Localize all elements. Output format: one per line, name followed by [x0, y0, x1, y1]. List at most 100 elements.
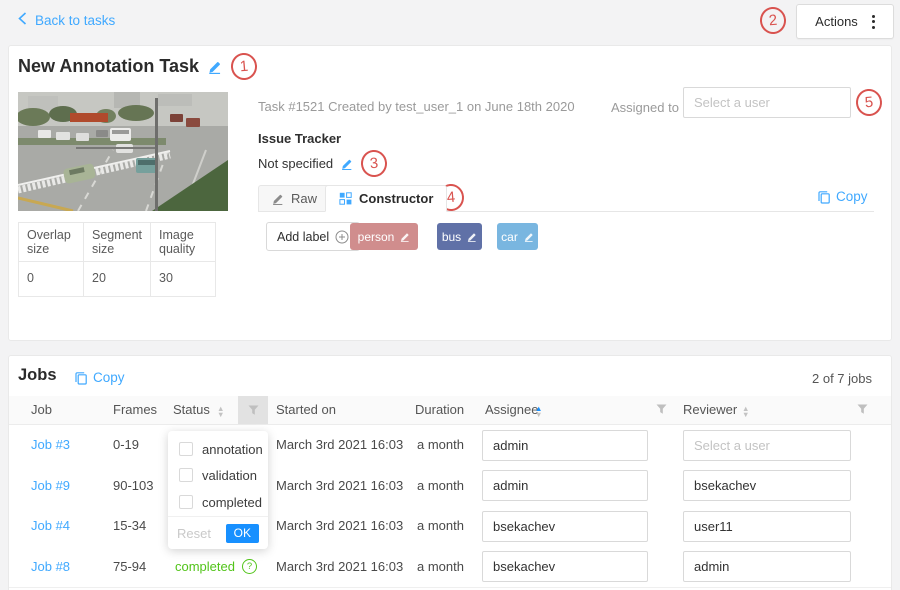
task-assignee-select[interactable]	[683, 87, 851, 118]
job-link[interactable]: Job #4	[31, 506, 70, 547]
copy-label: Copy	[836, 189, 868, 204]
param-header: Segment size	[84, 223, 151, 262]
reviewer-sorter-icon: ▲▼	[742, 406, 749, 417]
reviewer-select[interactable]	[683, 470, 851, 501]
job-link[interactable]: Job #8	[31, 546, 70, 587]
table-row: Job #4 15-34 March 3rd 2021 16:03 a mont…	[9, 506, 891, 548]
col-job: Job	[31, 402, 52, 417]
table-row: Job #9 90-103 March 3rd 2021 16:03 a mon…	[9, 465, 891, 507]
back-to-tasks-label: Back to tasks	[35, 13, 115, 28]
filter-reset-button[interactable]: Reset	[177, 526, 211, 541]
question-circle-icon[interactable]: ?	[242, 559, 257, 574]
label-chip-bus: bus	[437, 223, 482, 250]
issue-tracker-row: Not specified 3	[258, 150, 387, 177]
table-row: Job #8 75-94 completed ? March 3rd 2021 …	[9, 546, 891, 588]
chevron-left-icon	[18, 12, 27, 28]
filter-option-completed[interactable]: completed	[168, 490, 268, 514]
task-title-row: New Annotation Task 1	[18, 53, 257, 80]
label-name: car	[501, 230, 518, 244]
job-link[interactable]: Job #9	[31, 465, 70, 506]
reviewer-select[interactable]	[683, 551, 851, 582]
assignee-select[interactable]	[482, 511, 648, 542]
status-filter-dropdown: annotation validation completed Reset OK	[168, 431, 268, 549]
filter-option-label: annotation	[202, 442, 263, 457]
copy-icon	[817, 190, 831, 204]
started-cell: March 3rd 2021 16:03	[276, 425, 403, 466]
checkbox-icon[interactable]	[179, 495, 193, 509]
col-duration: Duration	[415, 402, 464, 417]
jobs-heading: Jobs	[18, 366, 57, 385]
tab-constructor[interactable]: Constructor	[325, 185, 447, 212]
copy-labels-button[interactable]: Copy	[817, 189, 868, 204]
param-value-overlap: 0	[19, 262, 84, 297]
started-cell: March 3rd 2021 16:03	[276, 546, 403, 587]
issue-tracker-heading: Issue Tracker	[258, 131, 341, 146]
label-chip-car: car	[497, 223, 538, 250]
col-status[interactable]: Status	[173, 402, 210, 417]
task-params-table: Overlap size Segment size Image quality …	[18, 222, 216, 297]
tab-raw[interactable]: Raw	[258, 185, 331, 212]
status-text: completed	[175, 559, 235, 574]
filter-ok-button[interactable]: OK	[226, 524, 259, 543]
table-row: Job #3 0-19 March 3rd 2021 16:03 a month	[9, 425, 891, 467]
assignee-select[interactable]	[482, 551, 648, 582]
checkbox-icon[interactable]	[179, 468, 193, 482]
edit-title-pencil-icon[interactable]	[208, 60, 222, 74]
assignee-select[interactable]	[482, 470, 648, 501]
actions-label: Actions	[815, 14, 858, 29]
tab-constructor-label: Constructor	[359, 191, 433, 206]
pencil-icon	[272, 193, 284, 205]
started-cell: March 3rd 2021 16:03	[276, 465, 403, 506]
back-to-tasks-link[interactable]: Back to tasks	[18, 12, 115, 28]
reviewer-select[interactable]	[683, 511, 851, 542]
duration-cell: a month	[417, 425, 464, 466]
edit-issue-tracker-pencil-icon[interactable]	[341, 158, 353, 170]
col-assignee[interactable]: Assignee	[485, 402, 538, 417]
edit-label-pencil-icon[interactable]	[400, 232, 410, 242]
copy-label: Copy	[93, 370, 125, 385]
status-sorter-icon: ▲▼	[217, 406, 224, 417]
kebab-menu-icon	[872, 15, 875, 29]
edit-label-pencil-icon[interactable]	[524, 232, 534, 242]
label-name: bus	[442, 230, 461, 244]
filter-option-label: completed	[202, 495, 262, 510]
param-value-segment: 20	[84, 262, 151, 297]
issue-tracker-value: Not specified	[258, 156, 333, 171]
reviewer-filter-button[interactable]	[857, 404, 868, 415]
filter-option-annotation[interactable]: annotation	[168, 437, 268, 461]
duration-cell: a month	[417, 506, 464, 547]
block-icon	[339, 192, 352, 205]
callout-2: 2	[759, 6, 787, 35]
assignee-filter-button[interactable]	[656, 404, 667, 415]
status-cell: completed ?	[175, 546, 257, 587]
task-meta: Task #1521 Created by test_user_1 on Jun…	[258, 99, 575, 114]
frames-cell: 75-94	[113, 546, 146, 587]
add-label-button[interactable]: Add label	[266, 222, 360, 251]
label-chip-person: person	[350, 223, 418, 250]
job-link[interactable]: Job #3	[31, 425, 70, 466]
assignee-select[interactable]	[482, 430, 648, 461]
param-header: Image quality	[151, 223, 216, 262]
param-header: Overlap size	[19, 223, 84, 262]
duration-cell: a month	[417, 465, 464, 506]
status-filter-button[interactable]	[238, 396, 268, 424]
filter-dropdown-footer: Reset OK	[168, 516, 268, 549]
task-page: Back to tasks 2 Actions New Annotation T…	[0, 0, 900, 590]
col-reviewer[interactable]: Reviewer	[683, 402, 737, 417]
filter-option-label: validation	[202, 468, 257, 483]
plus-circle-icon	[335, 230, 349, 244]
duration-cell: a month	[417, 546, 464, 587]
task-title: New Annotation Task	[18, 56, 199, 77]
checkbox-icon[interactable]	[179, 442, 193, 456]
label-name: person	[358, 230, 395, 244]
assignee-sorter-icon: ▲▼	[535, 406, 542, 417]
actions-button[interactable]: Actions	[796, 4, 894, 39]
task-preview-image	[18, 92, 228, 211]
col-frames: Frames	[113, 402, 157, 417]
frames-cell: 90-103	[113, 465, 153, 506]
filter-option-validation[interactable]: validation	[168, 463, 268, 487]
copy-jobs-button[interactable]: Copy	[74, 370, 125, 385]
param-value-quality: 30	[151, 262, 216, 297]
edit-label-pencil-icon[interactable]	[467, 232, 477, 242]
reviewer-select[interactable]	[683, 430, 851, 461]
